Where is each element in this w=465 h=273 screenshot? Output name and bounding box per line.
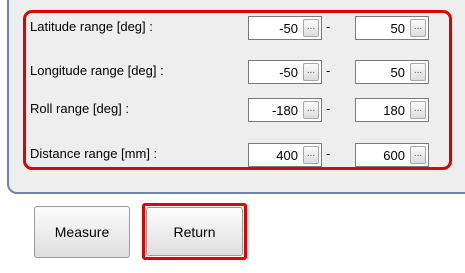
distance-max-field[interactable]: 600 ... [355,143,429,167]
longitude-min-field[interactable]: -50 ... [248,60,322,84]
distance-range-label: Distance range [mm] : [30,146,158,161]
latitude-max-field[interactable]: 50 ... [355,16,429,40]
roll-max-edit-button[interactable]: ... [410,101,426,119]
roll-range-row: Roll range [deg] : -180 ... - 180 ... [30,98,450,122]
longitude-max-value: 50 [390,64,405,80]
longitude-min-edit-button[interactable]: ... [303,63,319,81]
latitude-min-value: -50 [279,20,298,36]
latitude-min-edit-button[interactable]: ... [303,19,319,37]
latitude-range-label: Latitude range [deg] : [30,19,153,34]
range-separator: - [326,19,331,34]
longitude-min-value: -50 [279,64,298,80]
return-button-highlight [142,203,247,260]
longitude-range-label: Longitude range [deg] : [30,63,164,78]
latitude-min-field[interactable]: -50 ... [248,16,322,40]
distance-range-row: Distance range [mm] : 400 ... - 600 ... [30,143,450,167]
range-separator: - [326,101,331,116]
latitude-max-edit-button[interactable]: ... [410,19,426,37]
distance-min-edit-button[interactable]: ... [303,146,319,164]
distance-min-value: 400 [276,147,298,163]
roll-min-edit-button[interactable]: ... [303,101,319,119]
distance-max-edit-button[interactable]: ... [410,146,426,164]
roll-max-field[interactable]: 180 ... [355,98,429,122]
longitude-max-field[interactable]: 50 ... [355,60,429,84]
roll-min-field[interactable]: -180 ... [248,98,322,122]
longitude-range-row: Longitude range [deg] : -50 ... - 50 ... [30,60,450,84]
distance-min-field[interactable]: 400 ... [248,143,322,167]
range-separator: - [326,146,331,161]
roll-min-value: -180 [271,102,298,118]
latitude-range-row: Latitude range [deg] : -50 ... - 50 ... [30,16,450,40]
latitude-max-value: 50 [390,20,405,36]
measure-button[interactable]: Measure [34,206,130,258]
roll-max-value: 180 [383,102,405,118]
longitude-max-edit-button[interactable]: ... [410,63,426,81]
distance-max-value: 600 [383,147,405,163]
roll-range-label: Roll range [deg] : [30,101,130,116]
range-separator: - [326,63,331,78]
